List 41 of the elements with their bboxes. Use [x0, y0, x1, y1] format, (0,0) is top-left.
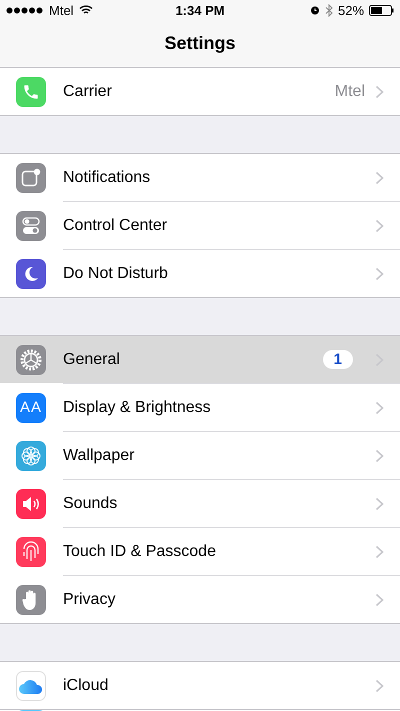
switches-icon [22, 216, 40, 234]
row-label: General [63, 350, 121, 368]
row-label: Touch ID & Passcode [63, 542, 217, 560]
battery-icon [369, 4, 394, 16]
row-label: Display & Brightness [63, 398, 212, 416]
speaker-icon [21, 494, 41, 512]
fingerprint-icon [21, 540, 41, 562]
chevron-icon [375, 496, 384, 510]
row-label: Carrier [63, 82, 113, 100]
row-label: Notifications [63, 168, 152, 186]
signal-icon [6, 6, 44, 14]
alarm-icon [310, 5, 320, 15]
chevron-icon [375, 170, 384, 184]
clock-time: 1:34 PM [175, 2, 225, 18]
row-label: Control Center [63, 216, 168, 234]
chevron-icon [375, 266, 384, 280]
battery-percentage: 52% [338, 2, 364, 18]
cloud-icon [19, 678, 43, 694]
row-value: Mtel [334, 82, 365, 100]
screen-title: Settings [164, 33, 236, 54]
carrier-name: Mtel [49, 2, 74, 18]
letters-icon: AA [20, 399, 42, 416]
row-label: Sounds [63, 494, 118, 512]
chevron-icon [375, 448, 384, 462]
row-label: Privacy [63, 590, 116, 608]
row-label: Wallpaper [63, 446, 136, 464]
moon-icon [23, 266, 39, 282]
bluetooth-icon [324, 4, 333, 16]
chevron-icon [375, 400, 384, 414]
chevron-icon [375, 592, 384, 606]
wifi-icon [78, 5, 93, 15]
count-badge: 1 [322, 350, 353, 369]
settings-row[interactable]: General 1 [0, 336, 400, 383]
chevron-icon [375, 218, 384, 232]
row-label: Do Not Disturb [63, 264, 169, 282]
phone-icon [22, 82, 40, 100]
notifications-icon [21, 168, 41, 188]
chevron-icon [375, 84, 384, 98]
row-label: iCloud [63, 676, 110, 694]
chevron-icon [375, 544, 384, 558]
chevron-icon [375, 678, 384, 692]
